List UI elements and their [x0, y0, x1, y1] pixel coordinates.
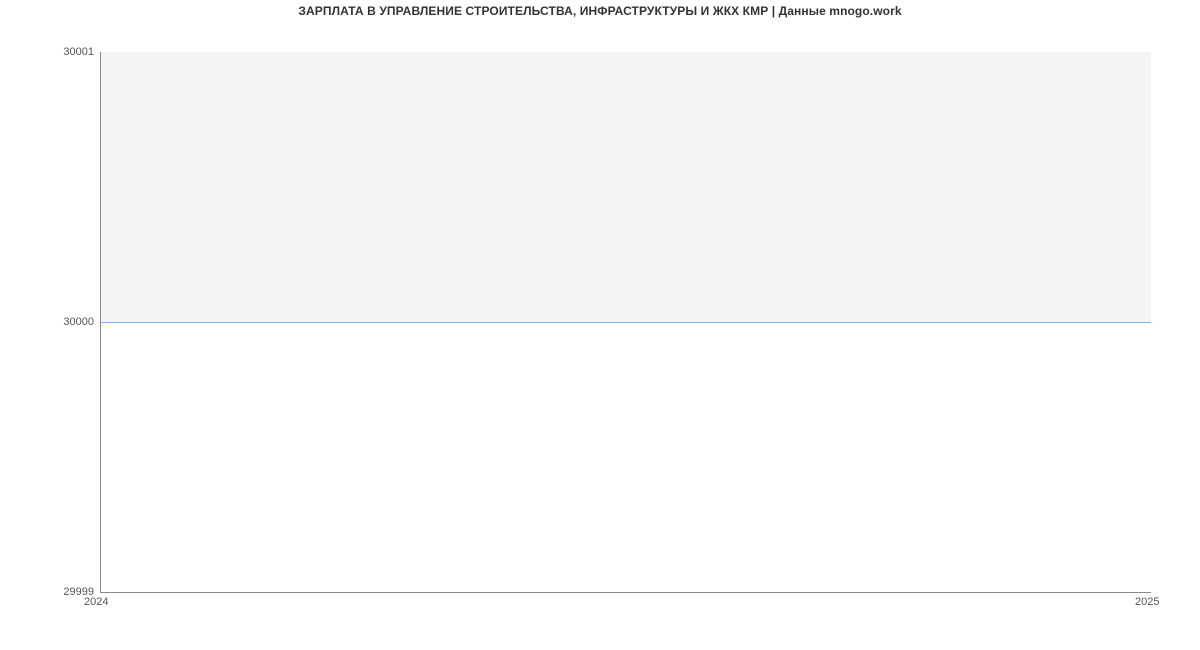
chart-title: ЗАРПЛАТА В УПРАВЛЕНИЕ СТРОИТЕЛЬСТВА, ИНФ… [0, 4, 1200, 18]
x-tick-label: 2025 [1135, 596, 1159, 608]
y-tick-label: 30000 [4, 316, 94, 328]
series-line-salary [101, 322, 1151, 323]
chart-container: ЗАРПЛАТА В УПРАВЛЕНИЕ СТРОИТЕЛЬСТВА, ИНФ… [0, 0, 1200, 650]
y-tick-label: 30001 [4, 46, 94, 58]
grid-band-upper [101, 52, 1151, 322]
x-tick-label: 2024 [84, 596, 108, 608]
y-tick-label: 29999 [4, 586, 94, 598]
plot-area [100, 52, 1151, 593]
